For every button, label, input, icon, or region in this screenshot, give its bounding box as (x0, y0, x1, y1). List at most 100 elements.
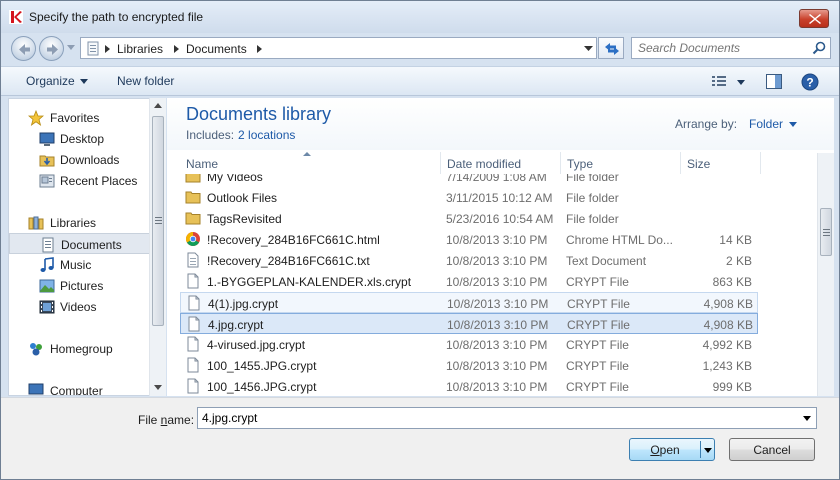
file-type: File folder (566, 191, 619, 205)
open-button[interactable]: Open (629, 438, 715, 461)
split-divider (700, 441, 701, 458)
file-row-100-1455[interactable]: 100_1455.JPG.crypt 10/8/2013 3:10 PM CRY… (180, 355, 758, 376)
column-header-date-modified[interactable]: Date modified (441, 152, 561, 174)
column-header-size[interactable]: Size (681, 152, 761, 174)
file-name: Outlook Files (207, 191, 278, 205)
file-name: 4-virused.jpg.crypt (207, 338, 306, 352)
navigation-bar: Libraries Documents (1, 33, 839, 63)
scroll-down-arrow-icon[interactable] (154, 385, 162, 390)
libraries-icon (28, 216, 44, 230)
search-icon[interactable] (812, 41, 826, 55)
nav-item-libraries[interactable]: Libraries (9, 212, 150, 233)
recent-pages-dropdown-icon[interactable] (67, 45, 75, 51)
address-segment-documents[interactable]: Documents (186, 42, 247, 56)
nav-item-downloads[interactable]: Downloads (9, 149, 150, 170)
file-list: My Videos 7/14/2009 1:08 AM File folder … (180, 174, 817, 396)
address-separator-icon[interactable] (105, 45, 110, 53)
address-dropdown-icon[interactable] (584, 46, 593, 52)
file-row-my-videos[interactable]: My Videos 7/14/2009 1:08 AM File folder (180, 174, 758, 187)
organize-button[interactable]: Organize (26, 74, 88, 88)
view-options-dropdown-icon[interactable] (737, 80, 745, 85)
file-row-tagsrevisited[interactable]: TagsRevisited 5/23/2016 10:54 AM File fo… (180, 208, 758, 229)
address-segment-libraries[interactable]: Libraries (117, 42, 163, 56)
address-bar[interactable]: Libraries Documents (80, 37, 597, 59)
back-button[interactable] (11, 36, 36, 61)
file-type: Text Document (566, 254, 647, 268)
file-name-combobox[interactable] (197, 407, 817, 429)
dialog-footer: File name: Open Cancel (1, 397, 839, 479)
file-size: 2 KB (725, 254, 752, 268)
file-row-100-1456[interactable]: 100_1456.JPG.crypt 10/8/2013 3:10 PM CRY… (180, 376, 758, 396)
file-type: CRYPT File (566, 359, 629, 373)
file-row-outlook-files[interactable]: Outlook Files 3/11/2015 10:12 AM File fo… (180, 187, 758, 208)
nav-item-music[interactable]: Music (9, 254, 150, 275)
nav-item-favorites[interactable]: Favorites (9, 107, 150, 128)
open-options-dropdown-icon[interactable] (704, 448, 712, 453)
help-icon[interactable]: ? (801, 73, 819, 91)
chevron-down-icon[interactable] (803, 416, 811, 421)
file-size: 863 KB (712, 275, 752, 289)
arrange-by-value: Folder (749, 117, 784, 131)
nav-item-documents[interactable]: Documents (9, 233, 150, 254)
refresh-button[interactable] (598, 37, 624, 59)
file-icon (187, 273, 199, 289)
chevron-down-icon (789, 122, 798, 128)
column-header-type[interactable]: Type (561, 152, 681, 174)
file-date: 10/8/2013 3:10 PM (446, 233, 548, 247)
new-folder-button[interactable]: New folder (117, 74, 174, 88)
arrange-by-label: Arrange by: (675, 117, 738, 131)
address-separator-icon[interactable] (174, 45, 179, 53)
chrome-icon (186, 232, 200, 246)
file-dialog-window: Specify the path to encrypted file Libra… (0, 0, 840, 480)
scrollbar-thumb[interactable] (152, 116, 164, 326)
file-row-byggeplan[interactable]: 1.-BYGGEPLAN-KALENDER.xls.crypt 10/8/201… (180, 271, 758, 292)
file-type: CRYPT File (567, 297, 630, 311)
nav-item-label: Music (60, 258, 92, 272)
arrange-by-dropdown[interactable]: Folder (749, 117, 798, 131)
cancel-button[interactable]: Cancel (729, 438, 815, 461)
back-arrow-icon (19, 44, 30, 55)
folder-icon (185, 212, 201, 225)
nav-item-videos[interactable]: Videos (9, 296, 150, 317)
file-date: 10/8/2013 3:10 PM (446, 254, 548, 268)
file-row-recovery-txt[interactable]: !Recovery_284B16FC661C.txt 10/8/2013 3:1… (180, 250, 758, 271)
star-icon (28, 110, 44, 126)
file-name: 100_1456.JPG.crypt (207, 380, 317, 394)
file-size: 4,908 KB (703, 297, 753, 311)
file-row-4-virused-jpg-crypt[interactable]: 4-virused.jpg.crypt 10/8/2013 3:10 PM CR… (180, 334, 758, 355)
documents-icon (42, 237, 54, 253)
preview-pane-icon[interactable] (766, 74, 782, 89)
forward-button[interactable] (39, 36, 64, 61)
file-name-input[interactable] (198, 408, 794, 428)
search-box[interactable] (631, 37, 831, 59)
close-button[interactable] (799, 9, 829, 28)
file-name: My Videos (207, 174, 263, 184)
nav-item-computer[interactable]: Computer (9, 380, 150, 395)
scrollbar-thumb[interactable] (820, 208, 832, 256)
includes-locations-link[interactable]: 2 locations (238, 128, 295, 142)
file-list-scrollbar[interactable] (817, 153, 834, 396)
navigation-pane-scrollbar[interactable] (149, 98, 166, 396)
file-date: 7/14/2009 1:08 AM (446, 174, 547, 184)
file-date: 10/8/2013 3:10 PM (446, 380, 548, 394)
nav-item-pictures[interactable]: Pictures (9, 275, 150, 296)
file-icon (188, 295, 200, 311)
file-row-4-jpg-crypt[interactable]: 4.jpg.crypt 10/8/2013 3:10 PM CRYPT File… (180, 313, 758, 334)
file-row-recovery-html[interactable]: !Recovery_284B16FC661C.html 10/8/2013 3:… (180, 229, 758, 250)
column-header-name[interactable]: Name (180, 152, 441, 174)
chevron-down-icon (79, 79, 88, 85)
scroll-up-arrow-icon[interactable] (154, 103, 162, 108)
change-view-icon[interactable] (711, 74, 729, 88)
file-size: 14 KB (719, 233, 752, 247)
file-icon (187, 378, 199, 394)
command-toolbar: Organize New folder ? (1, 66, 839, 96)
nav-item-recent-places[interactable]: Recent Places (9, 170, 150, 191)
nav-item-homegroup[interactable]: Homegroup (9, 338, 150, 359)
address-separator-icon[interactable] (257, 45, 262, 53)
search-input[interactable] (632, 38, 808, 58)
grip-icon (155, 217, 162, 224)
nav-item-desktop[interactable]: Desktop (9, 128, 150, 149)
file-type: CRYPT File (566, 338, 629, 352)
file-row-4-1-jpg-crypt[interactable]: 4(1).jpg.crypt 10/8/2013 3:10 PM CRYPT F… (180, 292, 758, 313)
file-name-label-part: File (138, 413, 161, 427)
